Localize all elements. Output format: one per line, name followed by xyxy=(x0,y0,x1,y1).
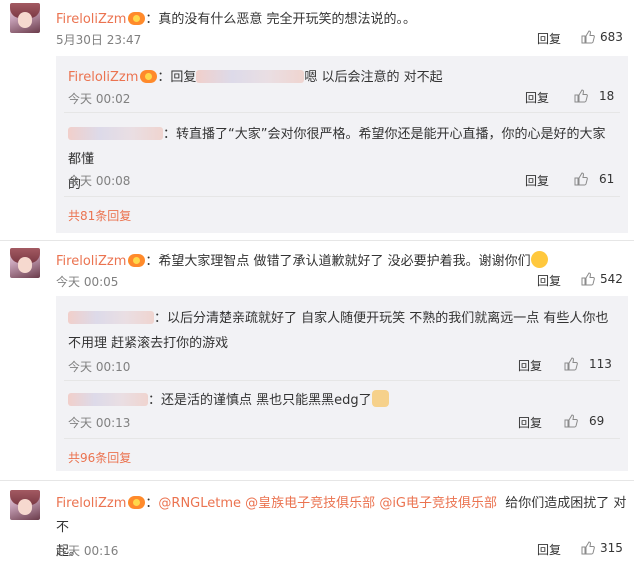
mention-link[interactable]: @iG电子竞技俱乐部 xyxy=(379,496,497,511)
like-count: 113 xyxy=(589,357,612,371)
more-replies-link[interactable]: 共81条回复 xyxy=(68,207,131,224)
mention-link[interactable]: @RNGLetme xyxy=(158,496,241,511)
sub-reply-text-row: ：还是活的谨慎点 黑也只能黑黑edg了 xyxy=(68,389,389,408)
sub-reply-time: 今天 00:10 xyxy=(68,360,131,374)
reply-button[interactable]: 回复 xyxy=(518,357,542,374)
comment-colon: ： xyxy=(145,12,159,27)
like-count: 683 xyxy=(600,30,623,44)
sub-reply-text: ：以后分清楚亲疏就好了 自家人随便开玩笑 不熟的我们就离远一点 有些人你也 xyxy=(154,311,609,326)
like-count: 315 xyxy=(600,541,623,555)
sub-reply-prefix: ：回复 xyxy=(157,70,197,85)
comment-colon: ： xyxy=(145,496,159,511)
like-button[interactable]: 542 xyxy=(581,272,623,286)
thumbs-up-icon xyxy=(574,89,588,103)
vip-crown-icon xyxy=(128,254,146,267)
divider xyxy=(64,196,620,197)
divider xyxy=(64,380,620,381)
like-count: 69 xyxy=(589,414,605,428)
thumbs-up-icon xyxy=(564,357,578,371)
comment-text: 希望大家理智点 做错了承认道歉就好了 没必要护着我。谢谢你们 xyxy=(158,254,531,269)
like-count: 542 xyxy=(600,272,623,286)
divider xyxy=(64,112,620,113)
blurred-username xyxy=(68,127,163,140)
comment-text: 真的没有什么恶意 完全开玩笑的想法说的。。 xyxy=(158,12,417,27)
reply-button[interactable]: 回复 xyxy=(525,89,549,106)
like-button[interactable]: 113 xyxy=(564,357,612,371)
thumbs-up-icon xyxy=(574,172,588,186)
more-replies-link[interactable]: 共96条回复 xyxy=(68,449,131,466)
like-button[interactable]: 61 xyxy=(574,172,614,186)
comment-divider xyxy=(0,240,634,241)
like-button[interactable]: 69 xyxy=(564,414,604,428)
like-button[interactable]: 683 xyxy=(581,30,623,44)
comment-colon: ： xyxy=(145,254,159,269)
reply-button[interactable]: 回复 xyxy=(537,272,561,289)
blurred-username xyxy=(68,311,154,324)
sub-replies-panel: ：以后分清楚亲疏就好了 自家人随便开玩笑 不熟的我们就离远一点 有些人你也 不用… xyxy=(56,296,628,471)
comment-time: 5月30日 23:47 xyxy=(56,33,142,47)
like-button[interactable]: 315 xyxy=(581,541,623,555)
sub-reply-text: 嗯 以后会注意的 对不起 xyxy=(304,70,443,85)
sub-reply-text-line2: 不用理 赶紧滚去打你的游戏 xyxy=(68,336,229,351)
vip-crown-icon xyxy=(140,70,158,83)
vip-crown-icon xyxy=(128,12,146,25)
avatar[interactable] xyxy=(10,3,40,33)
sub-replies-panel: FireloliZzm ：回复 嗯 以后会注意的 对不起 今天 00:02 回复 1… xyxy=(56,56,628,233)
thumbs-up-icon xyxy=(564,414,578,428)
username-link[interactable]: FireloliZzm xyxy=(56,496,126,511)
mention-link[interactable]: @皇族电子竞技俱乐部 xyxy=(245,496,375,511)
blurred-username xyxy=(68,393,148,406)
username-link[interactable]: FireloliZzm xyxy=(56,12,126,27)
comment-text-row: FireloliZzm ：真的没有什么恶意 完全开玩笑的想法说的。。 xyxy=(56,8,416,27)
reply-button[interactable]: 回复 xyxy=(518,414,542,431)
reply-button[interactable]: 回复 xyxy=(525,172,549,189)
like-count: 18 xyxy=(599,89,615,103)
avatar[interactable] xyxy=(10,490,40,520)
sub-reply-text: ：还是活的谨慎点 黑也只能黑黑edg了 xyxy=(148,393,372,408)
comment-time: 今天 00:16 xyxy=(56,544,119,558)
cat-emoji-icon xyxy=(371,390,389,407)
comment-time: 今天 00:05 xyxy=(56,275,119,289)
username-link[interactable]: FireloliZzm xyxy=(68,70,138,85)
sad-emoji-icon xyxy=(530,251,548,268)
sub-reply-time: 今天 00:02 xyxy=(68,92,131,106)
reply-button[interactable]: 回复 xyxy=(537,541,561,558)
reply-button[interactable]: 回复 xyxy=(537,30,561,47)
sub-reply-time: 今天 00:13 xyxy=(68,416,131,430)
sub-reply-text-row: FireloliZzm ：回复 嗯 以后会注意的 对不起 xyxy=(68,66,443,85)
comment-divider xyxy=(0,480,634,481)
blurred-username xyxy=(196,70,305,83)
thumbs-up-icon xyxy=(581,272,595,286)
like-count: 61 xyxy=(599,172,615,186)
username-link[interactable]: FireloliZzm xyxy=(56,254,126,269)
vip-crown-icon xyxy=(128,496,146,509)
divider xyxy=(64,438,620,439)
thumbs-up-icon xyxy=(581,30,595,44)
like-button[interactable]: 18 xyxy=(574,89,614,103)
thumbs-up-icon xyxy=(581,541,595,555)
sub-reply-text-row: ：以后分清楚亲疏就好了 自家人随便开玩笑 不熟的我们就离远一点 有些人你也 不用… xyxy=(68,306,618,356)
avatar[interactable] xyxy=(10,248,40,278)
sub-reply-time: 今天 00:08 xyxy=(68,174,131,188)
comment-text-row: FireloliZzm ：希望大家理智点 做错了承认道歉就好了 没必要护着我。谢谢… xyxy=(56,250,548,269)
